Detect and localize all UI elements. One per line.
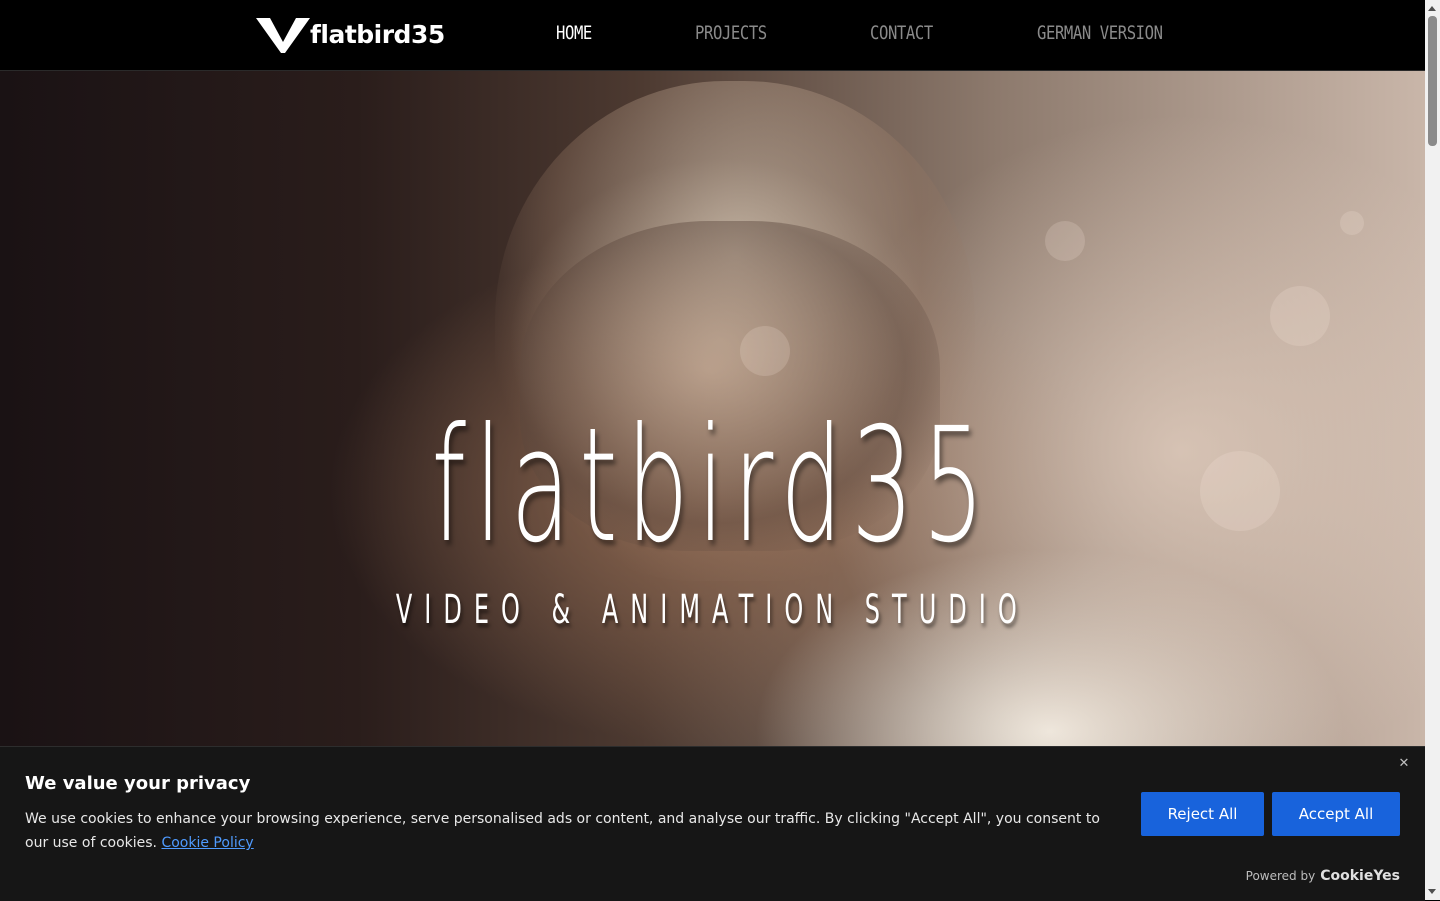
page-scrollbar[interactable] [1425, 0, 1440, 900]
close-icon[interactable]: ✕ [1396, 756, 1412, 772]
cookie-banner-title: We value your privacy [25, 773, 251, 794]
nav-contact[interactable]: CONTACT [870, 22, 933, 44]
reject-all-button[interactable]: Reject All [1141, 792, 1264, 836]
site-header: flatbird35 HOME PROJECTS CONTACT GERMAN … [0, 0, 1425, 71]
nav-home[interactable]: HOME [556, 22, 592, 44]
hero-title: flatbird35 [431, 394, 994, 578]
scroll-up-arrow-icon[interactable] [1428, 6, 1436, 11]
scroll-down-arrow-icon[interactable] [1428, 889, 1436, 894]
bokeh-light [1200, 451, 1280, 531]
site-logo[interactable]: flatbird35 [256, 16, 445, 54]
bokeh-light [740, 326, 790, 376]
logo-text: flatbird35 [310, 20, 445, 49]
cookie-consent-banner: ✕ We value your privacy We use cookies t… [0, 746, 1425, 901]
bird-logo-icon [256, 18, 310, 53]
bokeh-light [1270, 286, 1330, 346]
scrollbar-thumb[interactable] [1428, 16, 1437, 146]
bokeh-light [1045, 221, 1085, 261]
powered-by: Powered by CookieYes [1246, 868, 1400, 884]
bokeh-light [1340, 211, 1364, 235]
nav-projects[interactable]: PROJECTS [695, 22, 767, 44]
accept-all-button[interactable]: Accept All [1272, 792, 1400, 836]
cookieyes-logo: CookieYes [1320, 868, 1400, 884]
hero-subtitle: VIDEO & ANIMATION STUDIO [395, 587, 1029, 633]
nav-german-version[interactable]: GERMAN VERSION [1037, 22, 1163, 44]
powered-by-label: Powered by [1245, 869, 1316, 883]
cookie-banner-description: We use cookies to enhance your browsing … [25, 807, 1115, 855]
cookie-policy-link[interactable]: Cookie Policy [161, 835, 253, 851]
